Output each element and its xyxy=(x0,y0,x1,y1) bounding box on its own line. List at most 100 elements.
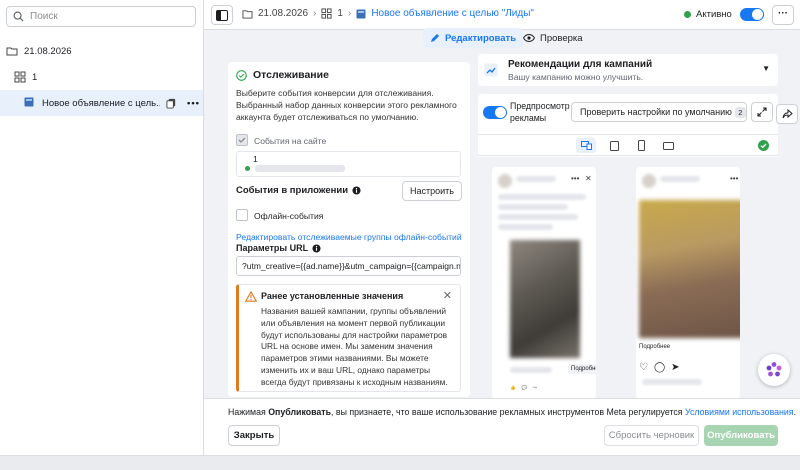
ad-text-redacted xyxy=(498,224,553,230)
notice-text: Нажимая xyxy=(228,407,269,417)
ad-text-redacted xyxy=(498,204,568,210)
assistant-button[interactable] xyxy=(758,354,790,386)
warning-icon xyxy=(245,291,257,302)
share-button[interactable] xyxy=(776,104,798,124)
tab-label: Проверка xyxy=(540,32,583,44)
breadcrumb: 21.08.2026 › 1 › Новое объявление с цель… xyxy=(242,8,534,19)
preview-toggle-label: Предпросмотр рекламы xyxy=(510,101,570,123)
expand-button[interactable] xyxy=(751,102,773,122)
close-icon: ✕ xyxy=(585,174,592,183)
cta-label: Подробнее xyxy=(639,344,671,350)
check-defaults-button[interactable]: Проверить настройки по умолчанию 2 xyxy=(571,102,747,122)
sidebar-item-ad[interactable]: Новое объявление с цель... ••• xyxy=(0,90,203,116)
url-params-input[interactable]: ?utm_creative={{ad.name}}&utm_campaign={… xyxy=(236,256,461,276)
cta-button: Подробнее xyxy=(568,364,596,374)
headline-redacted xyxy=(510,367,552,373)
notice-text: , вы признаете, что ваше использование р… xyxy=(331,407,685,417)
sidebar-item-campaign[interactable]: 21.08.2026 xyxy=(0,39,203,63)
grid-icon xyxy=(14,71,26,83)
tracking-description: Выберите события конверсии для отслежива… xyxy=(236,88,457,122)
preview-toggle[interactable] xyxy=(483,106,507,119)
sidebar-panel-icon xyxy=(216,9,228,21)
landscape-view-button[interactable] xyxy=(658,138,678,153)
recommendations-title: Рекомендации для кампаний xyxy=(508,59,653,70)
notice-bold: Опубликовать xyxy=(268,407,332,417)
discard-draft-button[interactable]: Сбросить черновик xyxy=(604,425,699,446)
footer-bar: Нажимая Опубликовать, вы признаете, что … xyxy=(204,398,800,455)
status-label: Активно xyxy=(696,9,732,20)
ad-text-redacted xyxy=(498,194,586,200)
setup-button[interactable]: Настроить xyxy=(402,181,462,201)
toggle-sidebar-button[interactable] xyxy=(211,5,233,25)
bottom-strip xyxy=(0,455,800,470)
device-toolbar xyxy=(478,134,778,156)
instagram-feed-preview[interactable]: ••• Подробнее ♡ ◯ ➤ xyxy=(636,167,740,399)
app-events-title: События в приложении xyxy=(236,185,361,196)
avatar xyxy=(498,174,512,188)
desktop-view-button[interactable] xyxy=(576,138,596,153)
info-icon[interactable] xyxy=(312,243,321,253)
section-title: Отслеживание xyxy=(236,69,329,81)
preview-canvas: ••• ✕ Подробнее 👍 💬 ↪ ••• Подробнее ♡ xyxy=(478,157,778,399)
chevron-down-icon[interactable]: ▼ xyxy=(762,64,770,73)
tablet-view-button[interactable] xyxy=(604,138,624,153)
warning-title: Ранее установленные значения xyxy=(261,291,404,301)
ad-image xyxy=(510,240,580,358)
ad-preview-panel: Предпросмотр рекламы Проверить настройки… xyxy=(478,94,778,399)
reaction-bar: 👍 💬 ↪ xyxy=(510,385,537,391)
active-toggle[interactable] xyxy=(740,8,764,21)
more-options-button[interactable]: ··· xyxy=(772,5,794,25)
search-icon xyxy=(13,11,24,22)
warning-body: Названия вашей кампании, группы объявлен… xyxy=(261,306,448,387)
sidebar: Поиск 21.08.2026 1 Новое объявление с це… xyxy=(0,0,204,455)
check-defaults-label: Проверить настройки по умолчанию xyxy=(580,107,732,117)
check-circle-icon xyxy=(236,69,247,81)
site-events-checkbox[interactable] xyxy=(236,134,248,146)
check-icon xyxy=(758,140,769,151)
breadcrumb-ad[interactable]: Новое объявление с целью "Лиды" xyxy=(371,8,534,19)
folder-icon xyxy=(242,9,253,19)
close-icon[interactable]: ✕ xyxy=(443,289,452,302)
dataset-status-dot xyxy=(245,166,250,171)
status-badge: Активно xyxy=(684,9,732,20)
check-defaults-count: 2 xyxy=(734,107,746,118)
like-icon: 👍 xyxy=(510,385,516,390)
heart-icon: ♡ xyxy=(639,362,648,373)
duplicate-icon[interactable] xyxy=(166,98,177,109)
trend-icon xyxy=(484,63,498,77)
search-input[interactable]: Поиск xyxy=(6,6,196,27)
warning-notice: Ранее установленные значения ✕ Названия … xyxy=(236,284,461,392)
instagram-actions: ♡ ◯ ➤ xyxy=(639,362,740,373)
mobile-view-button[interactable] xyxy=(631,138,651,153)
dataset-name-redacted xyxy=(255,165,345,172)
info-icon[interactable] xyxy=(352,186,361,195)
chevron-right-icon: › xyxy=(347,8,352,19)
close-button[interactable]: Закрыть xyxy=(228,425,280,446)
sparkle-icon xyxy=(765,361,783,379)
recommendations-panel[interactable]: Рекомендации для кампаний Вашу кампанию … xyxy=(478,54,778,86)
account-name-redacted xyxy=(660,176,700,182)
publish-button[interactable]: Опубликовать xyxy=(704,425,778,446)
dataset-id: 1 xyxy=(253,154,258,164)
edit-offline-events-link[interactable]: Редактировать отслеживаемые группы офлай… xyxy=(236,232,462,242)
tab-review[interactable]: Проверка xyxy=(516,28,590,48)
breadcrumb-campaign[interactable]: 21.08.2026 xyxy=(258,8,308,19)
ad-icon xyxy=(24,97,36,109)
sidebar-item-adset[interactable]: 1 xyxy=(0,65,203,89)
tab-edit[interactable]: Редактировать xyxy=(423,28,524,48)
top-bar: 21.08.2026 › 1 › Новое объявление с цель… xyxy=(204,0,800,30)
terms-link[interactable]: Условиями использования xyxy=(685,407,794,417)
dataset-selector[interactable]: 1 xyxy=(236,151,461,177)
breadcrumb-adset[interactable]: 1 xyxy=(337,8,343,19)
tracking-title: Отслеживание xyxy=(253,69,329,81)
page-name-redacted xyxy=(516,176,556,182)
sidebar-item-label: Новое объявление с цель... xyxy=(42,97,160,109)
ad-icon xyxy=(356,9,366,19)
more-options-icon[interactable]: ••• xyxy=(187,98,200,109)
more-options-icon: ••• xyxy=(571,174,580,183)
landscape-icon xyxy=(662,141,674,150)
recommendations-subtitle: Вашу кампанию можно улучшить. xyxy=(508,72,644,82)
facebook-feed-preview[interactable]: ••• ✕ Подробнее 👍 💬 ↪ xyxy=(492,167,596,399)
tab-label: Редактировать xyxy=(445,32,517,44)
offline-events-checkbox[interactable] xyxy=(236,209,248,221)
